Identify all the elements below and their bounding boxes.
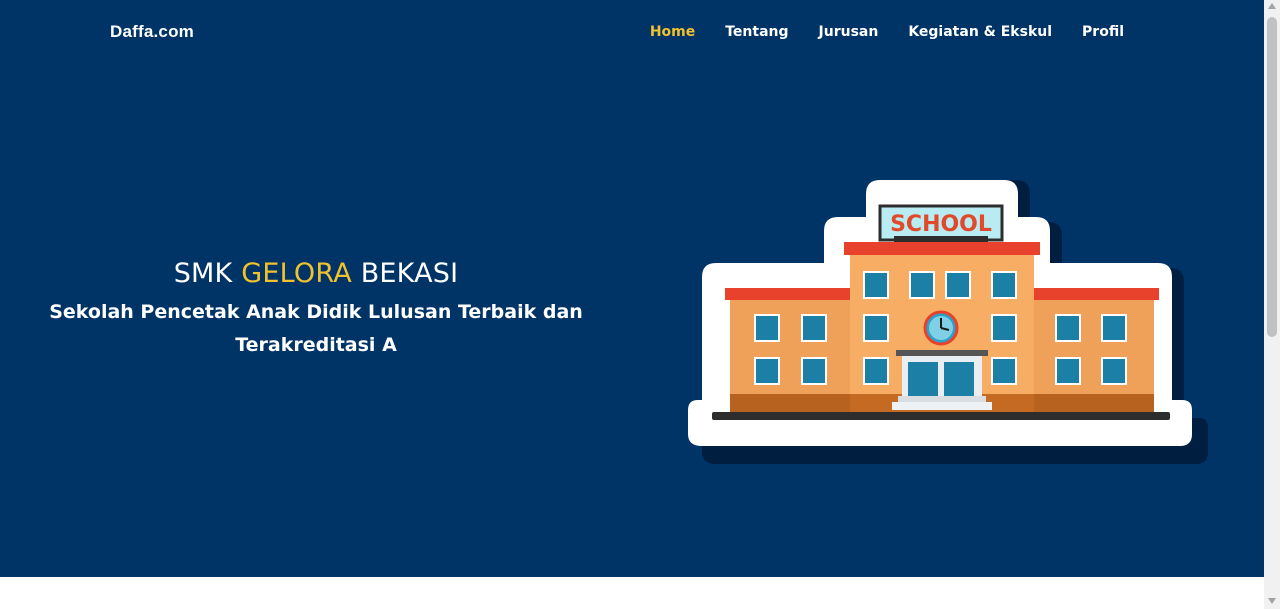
nav-link-tentang[interactable]: Tentang (725, 24, 788, 40)
main-nav: Home Tentang Jurusan Kegiatan & Ekskul P… (650, 24, 1124, 40)
nav-link-kegiatan-ekskul[interactable]: Kegiatan & Ekskul (908, 24, 1052, 40)
scroll-down-icon[interactable] (1268, 598, 1276, 604)
nav-link-home[interactable]: Home (650, 24, 695, 40)
hero-title: SMK GELORA BEKASI (40, 258, 592, 289)
title-suffix: BEKASI (360, 258, 459, 289)
nav-link-profil[interactable]: Profil (1082, 24, 1124, 40)
school-sign-text: SCHOOL (890, 212, 992, 237)
nav-link-jurusan[interactable]: Jurusan (819, 24, 879, 40)
title-prefix: SMK (173, 258, 233, 289)
brand-logo[interactable]: Daffa.com (110, 22, 194, 42)
hero-subtitle: Sekolah Pencetak Anak Didik Lulusan Terb… (49, 301, 583, 356)
title-highlight: GELORA (241, 258, 352, 289)
scroll-up-icon[interactable] (1268, 3, 1276, 9)
school-building-icon: SCHOOL (688, 180, 1208, 464)
hero-section: Daffa.com Home Tentang Jurusan Kegiatan … (0, 0, 1264, 577)
scrollbar-thumb[interactable] (1267, 17, 1277, 337)
hero-text: SMK GELORA BEKASI Sekolah Pencetak Anak … (40, 258, 592, 362)
